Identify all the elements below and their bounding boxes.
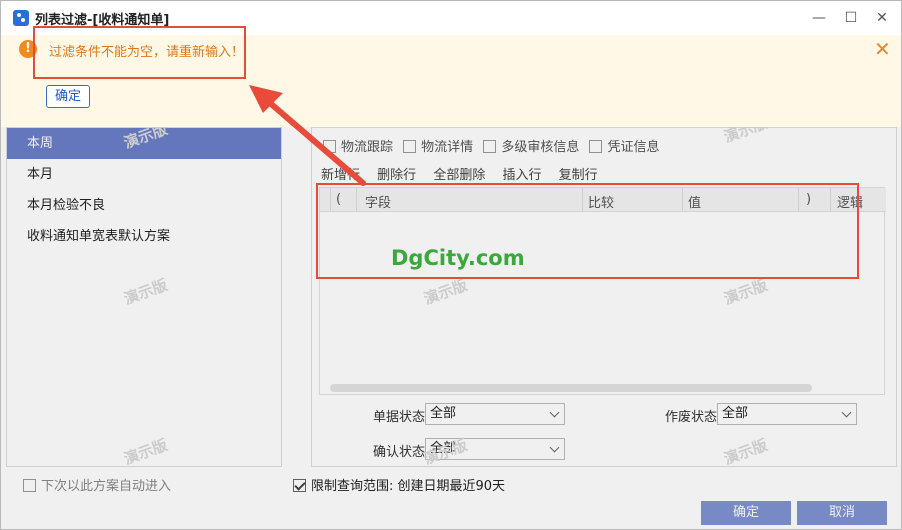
window-close-icon[interactable]: ✕ xyxy=(870,7,894,29)
annotation-box-message xyxy=(33,26,246,79)
annotation-arrow-icon xyxy=(249,85,366,186)
site-watermark-text: DgCity.com xyxy=(391,246,525,270)
app-icon xyxy=(13,10,29,26)
banner-close-icon[interactable]: ✕ xyxy=(874,39,891,59)
filter-dialog-window: 列表过滤-[收料通知单] — ☐ ✕ 本周 本月 本月检验不良 收料通知单宽表默… xyxy=(0,0,902,530)
banner-ok-button[interactable]: 确定 xyxy=(46,85,90,108)
minimize-icon[interactable]: — xyxy=(807,7,831,29)
maximize-icon[interactable]: ☐ xyxy=(839,7,863,29)
